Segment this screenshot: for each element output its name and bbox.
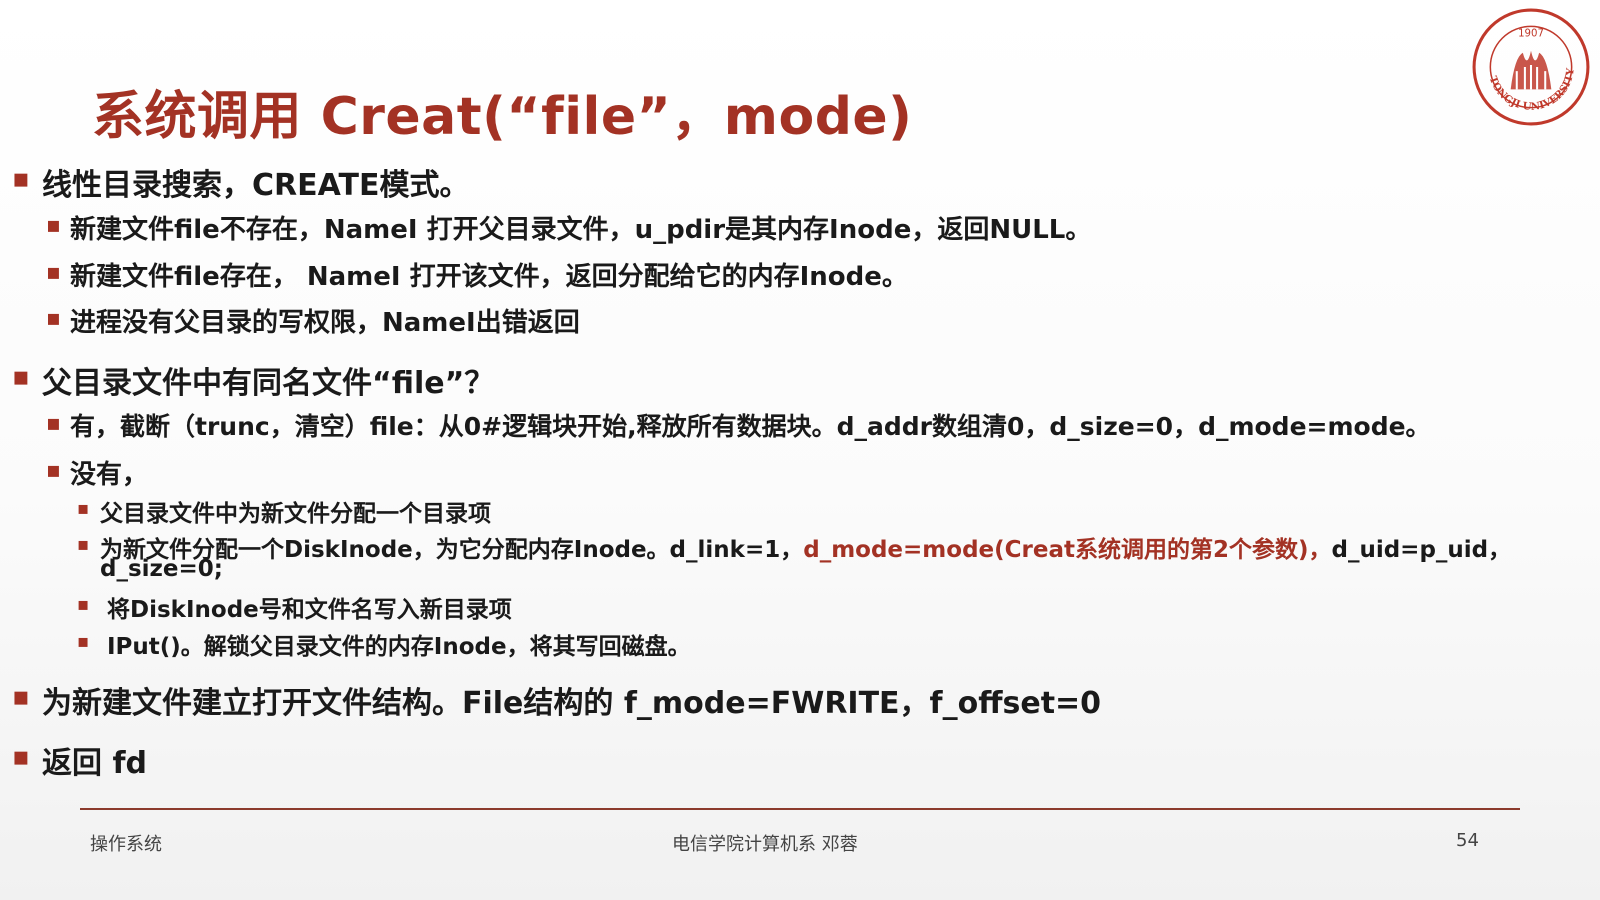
bullet-file-exist: 新建文件file存在， NameI 打开该文件，返回分配给它的内存Inode。 [70,262,908,292]
bullet-icon: ▪ [46,458,61,483]
bullet-icon: ▪ [12,742,30,772]
tongji-university-seal-icon: 1907 TONGJI UNIVERSITY [1472,8,1590,126]
bullet-truncate: 有，截断（trunc，清空）file：从0#逻辑块开始,释放所有数据块。d_ad… [70,412,1431,441]
bullet-write-dir-entry: 将DiskInode号和文件名写入新目录项 [107,597,512,623]
alloc-text-size: d_size=0; [100,556,223,582]
bullet-icon: ▪ [12,362,30,392]
bullet-allocate-diskinode: 为新文件分配一个DiskInode，为它分配内存Inode。d_link=1，d… [100,530,1511,564]
bullet-icon: ▪ [46,411,61,436]
slide: 系统调用 Creat(“file”，mode) 1907 TONGJI UNIV… [0,0,1600,900]
bullet-linear-search: 线性目录搜索，CREATE模式。 [42,168,470,203]
bullet-icon: ▪ [46,306,61,331]
bullet-icon: ▪ [46,213,61,238]
footer-divider [80,808,1520,810]
page-number: 54 [1456,830,1479,851]
bullet-icon: ▪ [46,260,61,285]
bullet-icon: ▪ [77,631,90,652]
bullet-allocate-dir-entry: 父目录文件中为新文件分配一个目录项 [100,501,491,527]
bullet-none: 没有， [70,460,149,490]
bullet-icon: ▪ [77,498,90,519]
bullet-open-file-struct: 为新建文件建立打开文件结构。File结构的 f_mode=FWRITE，f_of… [42,686,1102,721]
alloc-text-uid: d_uid=p_uid， [1331,537,1512,563]
bullet-icon: ▪ [12,164,30,194]
bullet-no-write-permission: 进程没有父目录的写权限，NameI出错返回 [70,308,580,338]
footer-department: 电信学院计算机系 邓蓉 [672,834,858,855]
bullet-return-fd: 返回 fd [42,746,147,781]
footer-course: 操作系统 [90,834,162,855]
bullet-iput: IPut()。解锁父目录文件的内存Inode，将其写回磁盘。 [107,634,691,660]
bullet-file-not-exist: 新建文件file不存在，NameI 打开父目录文件，u_pdir是其内存Inod… [70,215,1092,245]
slide-title: 系统调用 Creat(“file”，mode) [92,87,913,147]
bullet-icon: ▪ [77,594,90,615]
seal-year: 1907 [1518,29,1544,40]
bullet-icon: ▪ [77,534,90,555]
alloc-text-mode: d_mode=mode(Creat系统调用的第2个参数)， [803,537,1332,563]
bullet-icon: ▪ [12,682,30,712]
bullet-same-name-file: 父目录文件中有同名文件“file”？ [42,366,495,401]
